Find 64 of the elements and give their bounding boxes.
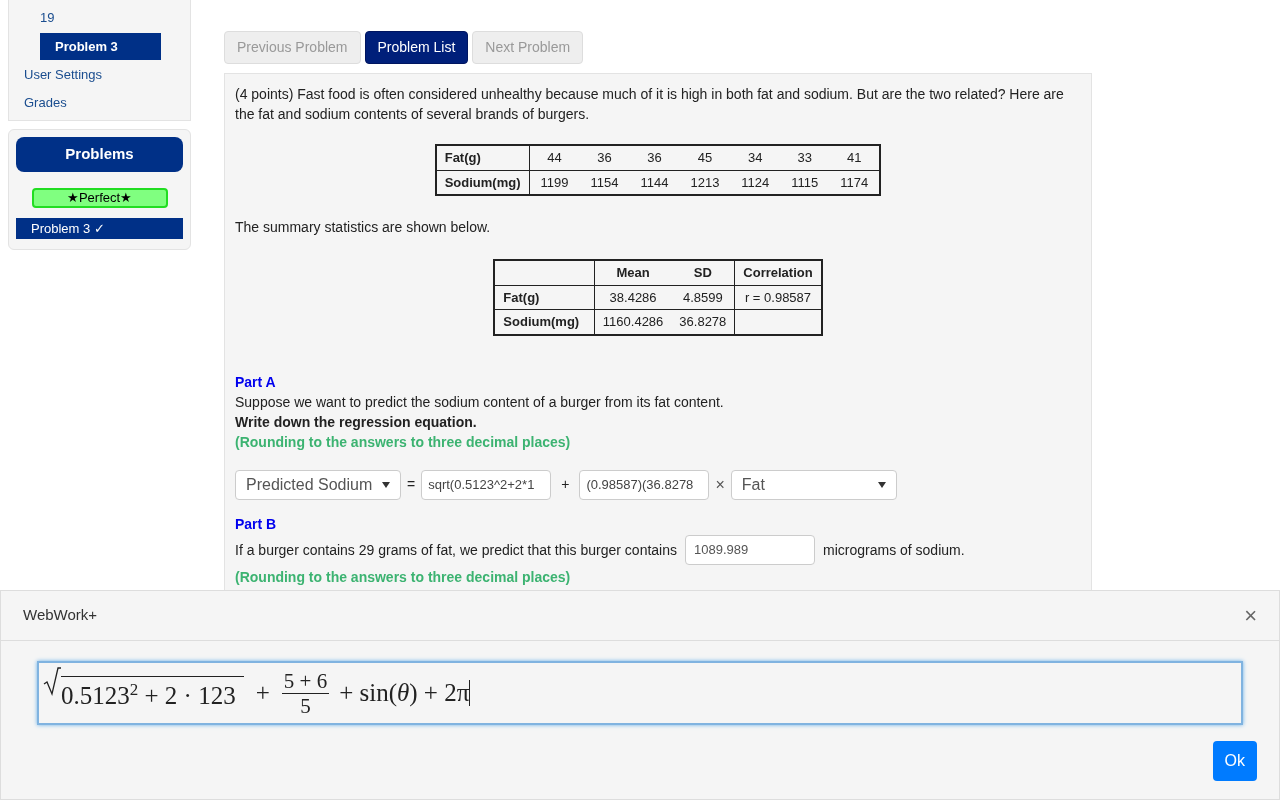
row-header: Fat(g) xyxy=(494,285,595,310)
part-instruction: Write down the regression equation. xyxy=(235,412,478,432)
rounding-note: (Rounding to the answers to three decimal places) xyxy=(235,432,572,452)
row-header: Sodium(mg) xyxy=(435,170,530,195)
perfect-badge: ★Perfect★ xyxy=(31,187,168,208)
ok-button[interactable]: Ok xyxy=(1212,741,1257,781)
table-cell: 33 xyxy=(780,145,830,170)
times-sign: × xyxy=(715,474,725,495)
part-text: micrograms of sodium. xyxy=(823,540,965,560)
table-cell: 1213 xyxy=(679,170,731,195)
nav-button[interactable]: Problem List xyxy=(364,31,469,64)
fraction-numerator: 5 + 6 xyxy=(281,668,330,694)
column-header: Correlation xyxy=(734,260,822,285)
part-title: Part A xyxy=(235,372,277,392)
problem-intro: (4 points) Fast food is often considered unhealthy because much of it is high in both fat and sodium. But are the two related? Here are the fat and sodium contents of several brands of burgers. xyxy=(235,85,1065,124)
sidebar-link[interactable]: Grades xyxy=(24,88,190,116)
summary-text: The summary statistics are shown below. xyxy=(235,218,492,237)
table-cell: 1115 xyxy=(780,170,830,195)
variable-select[interactable]: Fat xyxy=(730,469,897,500)
table-cell: 1174 xyxy=(829,170,881,195)
radicand: 0.5123$^{2}$ + 2 · 123 xyxy=(61,675,244,715)
sidebar-link[interactable]: User Settings xyxy=(24,61,190,89)
table-cell: 38.4286 xyxy=(609,289,657,305)
part-title: Part B xyxy=(235,514,278,534)
fraction-denominator: 5 xyxy=(300,693,311,718)
plus-sign: + xyxy=(560,475,571,494)
table-cell: 36 xyxy=(579,145,630,170)
part-text: Suppose we want to predict the sodium content of a burger from its fat content. xyxy=(235,392,725,412)
table-cell: 36 xyxy=(629,145,680,170)
table-cell: 45 xyxy=(679,145,731,170)
rounding-note: (Rounding to the answers to three decimal places) xyxy=(235,567,572,587)
table-cell: 4.8599 xyxy=(682,289,723,305)
caret-icon xyxy=(877,481,886,488)
table-cell: 36.8278 xyxy=(679,314,727,329)
sidebar-link[interactable]: Problem 3 xyxy=(40,32,161,60)
plus-sign: + xyxy=(255,678,270,709)
close-button[interactable]: × xyxy=(1244,604,1257,627)
table-cell: 1154 xyxy=(579,170,630,195)
answer-field[interactable]: (0.98587)(36.8278 xyxy=(579,469,710,500)
table-cell: r = 0.98587 xyxy=(744,289,812,305)
square-root-icon xyxy=(43,667,61,697)
math-expression-tail: + sin(θ) + 2π xyxy=(339,678,470,709)
variable-select[interactable]: Predicted Sodium xyxy=(235,469,401,500)
answer-field[interactable]: 1089.989 xyxy=(685,534,815,565)
table-cell: 34 xyxy=(730,145,781,170)
equals-sign: = xyxy=(407,475,416,494)
text-cursor xyxy=(469,680,471,706)
dialog-title: WebWork+ xyxy=(23,605,98,626)
table-cell: 1144 xyxy=(629,170,680,195)
table-cell: 1124 xyxy=(730,170,781,195)
answer-field[interactable]: sqrt(0.5123^2+2*1 xyxy=(421,469,552,500)
table-cell: 44 xyxy=(529,145,580,170)
table-cell: 1199 xyxy=(529,170,580,195)
table-cell: 1160.4286 xyxy=(602,314,664,329)
column-header: SD xyxy=(671,260,735,285)
problem-link[interactable]: Problem 3 ✓ xyxy=(16,217,183,239)
problems-header: Problems xyxy=(16,137,183,172)
column-header: Mean xyxy=(594,260,672,285)
caret-icon xyxy=(382,481,390,488)
row-header: Sodium(mg) xyxy=(494,309,595,335)
row-header: Fat(g) xyxy=(435,145,530,170)
table-cell: 41 xyxy=(829,145,881,170)
sidebar-link[interactable]: 19 xyxy=(40,4,190,32)
part-text: If a burger contains 29 grams of fat, we predict that this burger contains xyxy=(235,540,677,560)
